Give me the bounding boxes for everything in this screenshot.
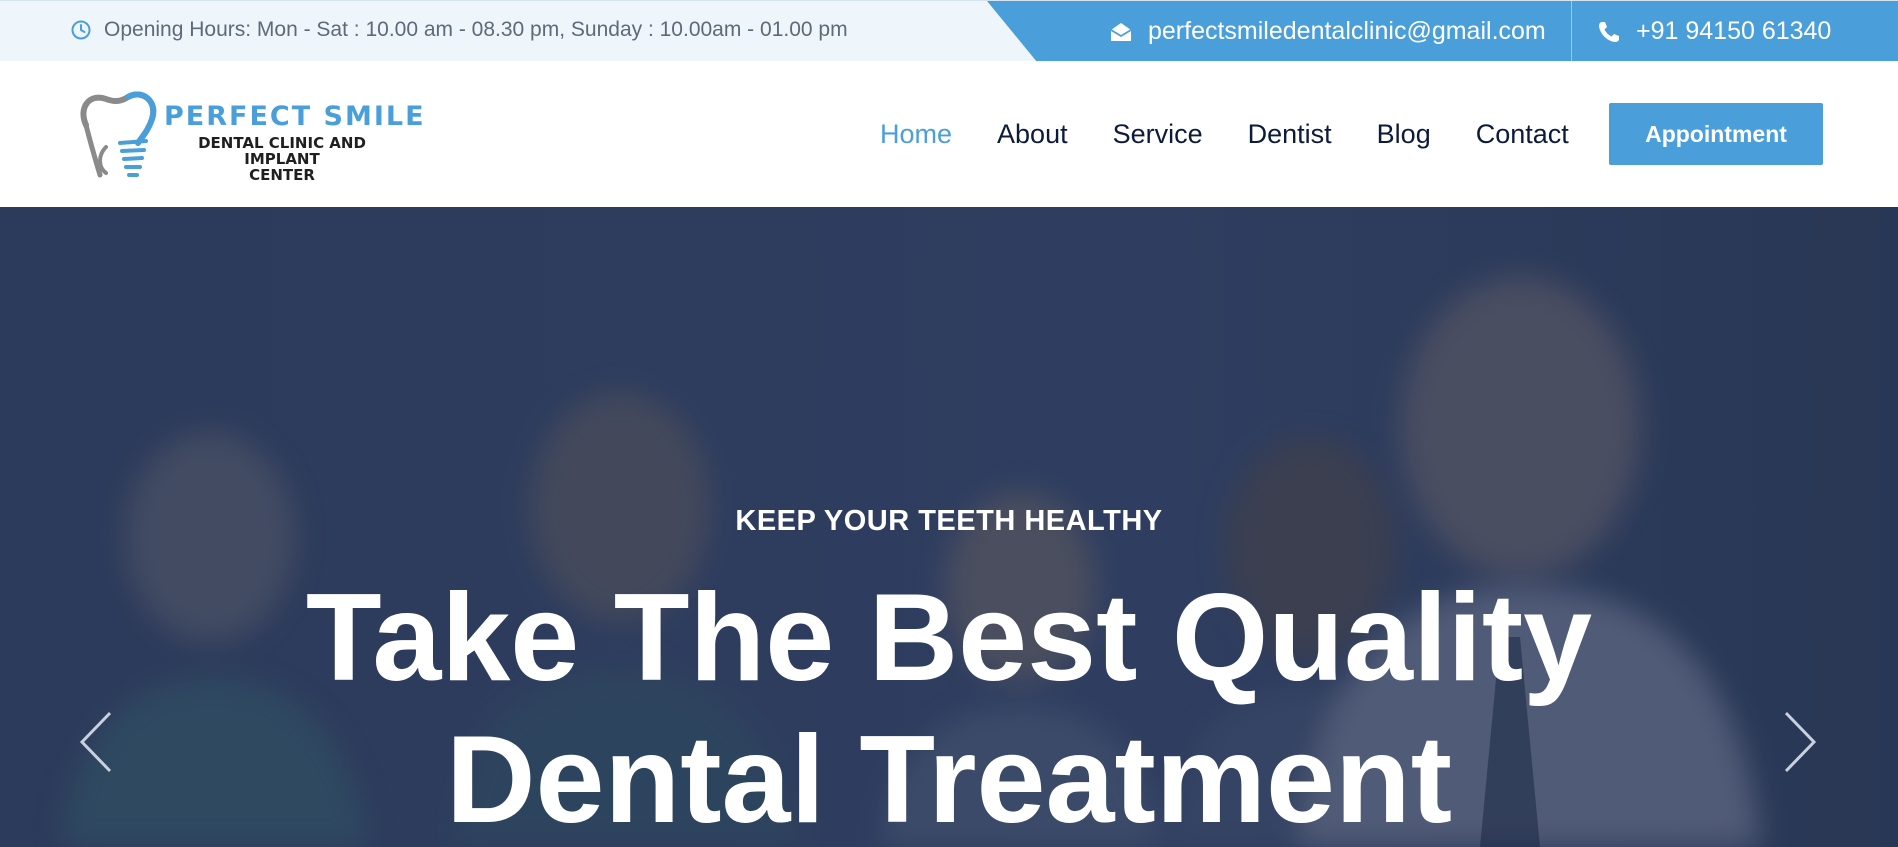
logo-subtitle: DENTAL CLINIC AND IMPLANT CENTER [162, 135, 402, 183]
site-header: PERFECT SMILE DENTAL CLINIC AND IMPLANT … [0, 61, 1898, 207]
nav-item-service[interactable]: Service [1113, 119, 1203, 150]
slider-next-button[interactable] [1780, 707, 1820, 777]
nav-item-contact[interactable]: Contact [1476, 119, 1569, 150]
hero-title-line1: Take The Best Quality [305, 569, 1593, 707]
clock-icon [70, 19, 92, 41]
nav-item-blog[interactable]: Blog [1377, 119, 1431, 150]
nav-item-dentist[interactable]: Dentist [1248, 119, 1332, 150]
hero-title: Take The Best Quality Dental Treatment [0, 567, 1898, 847]
logo-title: PERFECT SMILE [164, 101, 426, 132]
chevron-left-icon [79, 711, 112, 773]
hero-slider: KEEP YOUR TEETH HEALTHY Take The Best Qu… [0, 207, 1898, 847]
logo-subtitle-line1: DENTAL CLINIC AND IMPLANT [198, 134, 366, 168]
envelope-icon [1108, 19, 1134, 45]
contact-divider [1571, 1, 1572, 62]
opening-hours-text: Opening Hours: Mon - Sat : 10.00 am - 08… [104, 18, 848, 41]
main-nav: Home About Service Dentist Blog Contact [880, 61, 1614, 207]
hero-title-line2: Dental Treatment [445, 711, 1453, 847]
appointment-button[interactable]: Appointment [1609, 103, 1823, 165]
slider-prev-button[interactable] [76, 707, 116, 777]
phone-text[interactable]: +91 94150 61340 [1636, 17, 1831, 46]
email-text[interactable]: perfectsmiledentalclinic@gmail.com [1148, 17, 1546, 46]
logo[interactable]: PERFECT SMILE DENTAL CLINIC AND IMPLANT … [76, 85, 424, 185]
nav-item-home[interactable]: Home [880, 119, 952, 150]
phone-icon [1596, 19, 1622, 45]
phone-link[interactable]: +91 94150 61340 [1596, 1, 1831, 62]
nav-item-about[interactable]: About [997, 119, 1068, 150]
email-link[interactable]: perfectsmiledentalclinic@gmail.com [1108, 1, 1546, 62]
logo-subtitle-line2: CENTER [249, 166, 315, 184]
opening-hours: Opening Hours: Mon - Sat : 10.00 am - 08… [70, 1, 848, 59]
tooth-implant-logo-icon [80, 91, 157, 178]
hero-eyebrow: KEEP YOUR TEETH HEALTHY [735, 505, 1163, 537]
chevron-right-icon [1784, 711, 1817, 773]
topbar: Opening Hours: Mon - Sat : 10.00 am - 08… [0, 0, 1898, 62]
